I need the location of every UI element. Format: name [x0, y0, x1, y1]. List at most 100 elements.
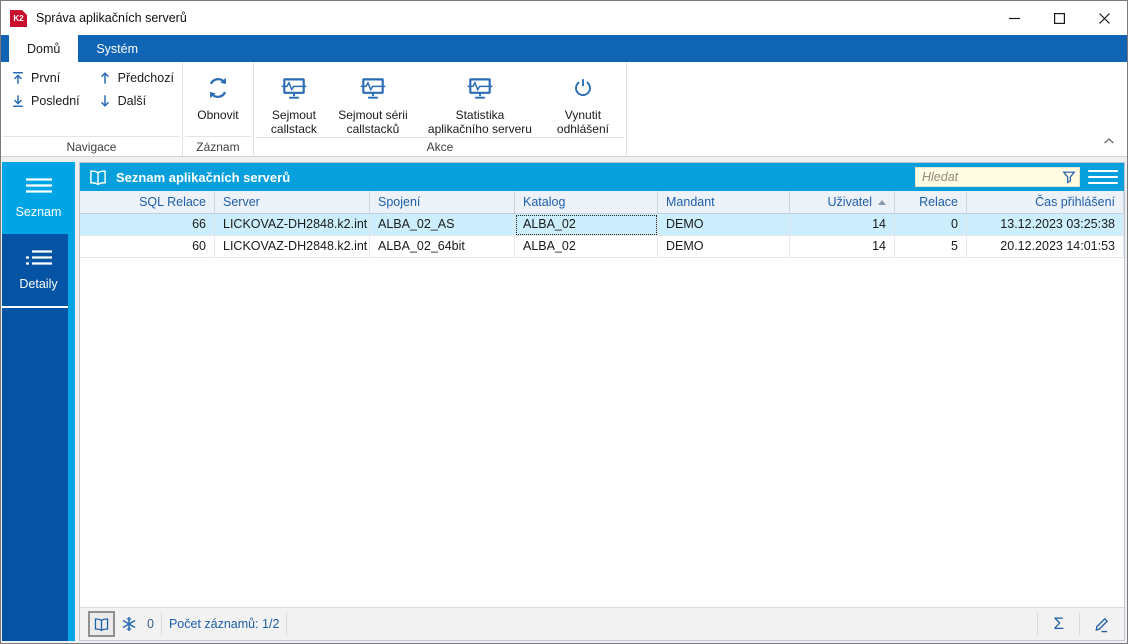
- cell-cas-prihlaseni[interactable]: 13.12.2023 03:25:38: [967, 214, 1124, 236]
- statusbar-divider: [286, 613, 288, 635]
- search-input[interactable]: [915, 167, 1080, 187]
- ribbon: První Předchozí Poslední Další Navigace: [1, 62, 1127, 157]
- cell-sql-relace[interactable]: 66: [80, 214, 215, 236]
- sidebar-item-label: Seznam: [15, 205, 62, 219]
- cell-mandant[interactable]: DEMO: [658, 236, 790, 258]
- group-label-akce: Akce: [255, 136, 624, 156]
- power-icon: [571, 72, 595, 104]
- cell-uzivatel[interactable]: 14: [790, 236, 895, 258]
- force-logout-button[interactable]: Vynutit odhlášení: [544, 66, 622, 137]
- view-sidebar: Seznam Detaily: [2, 162, 75, 641]
- column-header-sql-relace[interactable]: SQL Relace: [80, 191, 215, 214]
- collapse-ribbon-button[interactable]: [1103, 132, 1115, 150]
- window-controls: [992, 1, 1127, 35]
- app-logo-icon: K2: [10, 9, 27, 27]
- main-panel: Seznam aplikačních serverů SQL Relace Se…: [79, 162, 1125, 641]
- group-label-zaznam: Záznam: [184, 136, 251, 156]
- record-count-label: Počet záznamů: 1/2: [168, 617, 280, 631]
- server-statistics-label: Statistika aplikačního serveru: [427, 108, 532, 137]
- open-book-icon: [90, 169, 106, 185]
- app-window: K2 Správa aplikačních serverů Domů Systé…: [0, 0, 1128, 644]
- statusbar-divider: [1037, 613, 1039, 635]
- freeze-snowflake-button[interactable]: [115, 616, 143, 632]
- table-row[interactable]: 60 LICKOVAZ-DH2848.k2.int ALBA_02_64bit …: [80, 236, 1124, 258]
- ribbon-tab-bar: Domů Systém: [1, 35, 1127, 62]
- close-button[interactable]: [1082, 1, 1127, 35]
- column-header-spojeni[interactable]: Spojení: [370, 191, 515, 214]
- sidebar-item-detaily[interactable]: Detaily: [2, 234, 75, 306]
- cell-sql-relace[interactable]: 60: [80, 236, 215, 258]
- table-header-row: SQL Relace Server Spojení Katalog Mandan…: [80, 191, 1124, 214]
- group-label-navigace: Navigace: [3, 136, 180, 156]
- snap-callstack-label: Sejmout callstack: [270, 108, 317, 137]
- column-header-cas-prihlaseni[interactable]: Čas přihlášení: [967, 191, 1124, 214]
- sidebar-item-seznam[interactable]: Seznam: [2, 162, 75, 234]
- force-logout-label: Vynutit odhlášení: [556, 108, 609, 137]
- cell-spojeni[interactable]: ALBA_02_AS: [370, 214, 515, 236]
- previous-record-button[interactable]: Předchozí: [92, 66, 180, 89]
- cell-server[interactable]: LICKOVAZ-DH2848.k2.int: [215, 236, 370, 258]
- cell-cas-prihlaseni[interactable]: 20.12.2023 14:01:53: [967, 236, 1124, 258]
- status-bar: 0 Počet záznamů: 1/2 Σ: [80, 607, 1124, 640]
- refresh-icon: [205, 72, 231, 104]
- server-statistics-button[interactable]: Statistika aplikačního serveru: [416, 66, 544, 137]
- column-header-relace[interactable]: Relace: [895, 191, 967, 214]
- arrow-up-to-bar-icon: [13, 71, 23, 84]
- arrow-up-icon: [100, 71, 109, 84]
- cell-spojeni[interactable]: ALBA_02_64bit: [370, 236, 515, 258]
- column-header-mandant[interactable]: Mandant: [658, 191, 790, 214]
- snowflake-icon: [122, 617, 136, 631]
- refresh-label: Obnovit: [197, 108, 239, 122]
- panel-header: Seznam aplikačních serverů: [80, 163, 1124, 191]
- snap-callstack-series-label: Sejmout sérii callstacků: [338, 108, 408, 137]
- cell-relace[interactable]: 5: [895, 236, 967, 258]
- chevron-up-icon: [1104, 138, 1114, 144]
- last-record-button[interactable]: Poslední: [5, 89, 86, 112]
- next-record-button[interactable]: Další: [92, 89, 180, 112]
- table-row[interactable]: 66 LICKOVAZ-DH2848.k2.int ALBA_02_AS ALB…: [80, 214, 1124, 236]
- cell-mandant[interactable]: DEMO: [658, 214, 790, 236]
- table-empty-area: [80, 258, 1124, 607]
- next-record-label: Další: [117, 93, 147, 108]
- list-icon: [25, 178, 52, 193]
- monitor-pulse-icon: [466, 72, 494, 104]
- statusbar-divider: [1079, 613, 1080, 635]
- cell-server[interactable]: LICKOVAZ-DH2848.k2.int: [215, 214, 370, 236]
- hamburger-icon: [1088, 170, 1118, 172]
- snap-callstack-series-button[interactable]: Sejmout sérii callstacků: [330, 66, 416, 137]
- minimize-button[interactable]: [992, 1, 1037, 35]
- column-header-katalog[interactable]: Katalog: [515, 191, 658, 214]
- minimize-icon: [1009, 17, 1020, 19]
- cell-relace[interactable]: 0: [895, 214, 967, 236]
- arrow-down-icon: [100, 94, 109, 107]
- window-title: Správa aplikačních serverů: [36, 11, 187, 25]
- panel-menu-button[interactable]: [1088, 166, 1118, 188]
- ribbon-group-akce: Sejmout callstack Sejmout sérii callstac…: [254, 62, 627, 156]
- monitor-pulse-icon: [359, 72, 387, 104]
- filter-funnel-icon[interactable]: [1062, 170, 1076, 189]
- freeze-count: 0: [147, 617, 154, 631]
- pencil-icon: [1095, 617, 1109, 632]
- column-header-uzivatel[interactable]: Uživatel: [790, 191, 895, 214]
- detail-list-icon: [25, 250, 52, 265]
- tab-system[interactable]: Systém: [78, 35, 156, 62]
- previous-record-label: Předchozí: [117, 70, 174, 85]
- edit-pencil-button[interactable]: [1087, 616, 1116, 633]
- cell-katalog-focused[interactable]: ALBA_02: [515, 214, 658, 236]
- sidebar-item-label: Detaily: [19, 277, 58, 291]
- first-record-button[interactable]: První: [5, 66, 86, 89]
- sum-sigma-button[interactable]: Σ: [1045, 614, 1072, 634]
- sort-ascending-icon: [878, 199, 886, 205]
- maximize-button[interactable]: [1037, 1, 1082, 35]
- cell-katalog[interactable]: ALBA_02: [515, 236, 658, 258]
- sidebar-divider: [2, 306, 68, 308]
- content-area: Seznam Detaily Seznam aplikačních server…: [1, 157, 1127, 643]
- column-header-server[interactable]: Server: [215, 191, 370, 214]
- snap-callstack-button[interactable]: Sejmout callstack: [258, 66, 330, 137]
- tab-domu[interactable]: Domů: [9, 35, 79, 62]
- refresh-button[interactable]: Obnovit: [187, 66, 249, 122]
- book-view-button[interactable]: [88, 611, 115, 637]
- last-record-label: Poslední: [31, 93, 80, 108]
- panel-title: Seznam aplikačních serverů: [116, 169, 291, 185]
- cell-uzivatel[interactable]: 14: [790, 214, 895, 236]
